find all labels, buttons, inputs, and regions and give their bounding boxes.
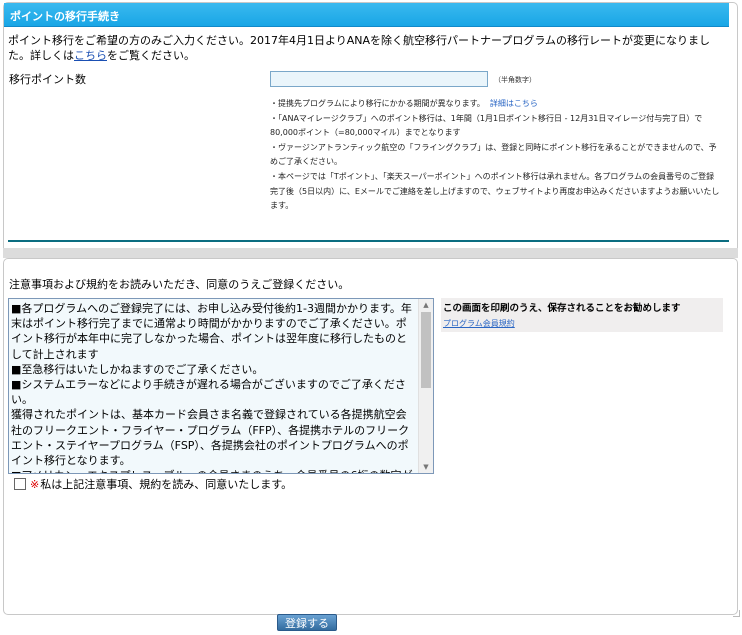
section-divider: [8, 240, 729, 242]
note-line-1-text: ・提携先プログラムにより移行にかかる期間が異なります。: [270, 99, 485, 108]
points-hint: （半角数字）: [494, 76, 536, 84]
intro-text-after: をご覧ください。: [107, 49, 195, 62]
required-mark: ※: [30, 477, 40, 491]
note-line-4: ・本ページでは「Tポイント」、「楽天スーパーポイント」へのポイント移行は承れませ…: [270, 171, 720, 211]
terms-text: ■各プログラムへのご登録完了には、お申し込み受付後約1-3週間かかります。年末は…: [11, 302, 413, 473]
consent-intro: 注意事項および規約をお読みいただき、同意のうえご登録ください。: [9, 278, 350, 291]
program-rules-link[interactable]: プログラム会員規約: [443, 318, 515, 329]
scroll-down-arrow-icon[interactable]: ▼: [419, 461, 433, 473]
section-title-bar: ポイントの移行手続き: [4, 3, 729, 27]
register-button[interactable]: 登録する: [277, 614, 337, 631]
note-line-3: ・ヴァージンアトランティック航空の「フライングクラブ」は、登録と同時にポイント移…: [270, 142, 717, 167]
note-line-2: ・「ANAマイレージクラブ」へのポイント移行は、1年間（1月1日ポイント移行日 …: [270, 113, 703, 138]
agree-row: ※ 私は上記注意事項、規約を読み、同意いたします。: [14, 476, 292, 492]
points-input[interactable]: [270, 71, 488, 87]
note-line-1: ・提携先プログラムにより移行にかかる期間が異なります。 詳細はこちら: [270, 97, 720, 112]
agree-checkbox[interactable]: [14, 478, 26, 490]
details-link-2[interactable]: 詳細はこちら: [490, 99, 538, 108]
scroll-thumb[interactable]: [421, 312, 431, 388]
intro-text: ポイント移行をご希望の方のみご入力ください。2017年4月1日よりANAを除く航…: [8, 33, 726, 63]
terms-box[interactable]: ■各プログラムへのご登録完了には、お申し込み受付後約1-3週間かかります。年末は…: [8, 298, 434, 474]
points-label: 移行ポイント数: [9, 73, 86, 86]
panel-corner: [733, 610, 740, 617]
agree-label[interactable]: 私は上記注意事項、規約を読み、同意いたします。: [40, 476, 292, 492]
scroll-up-arrow-icon[interactable]: ▲: [419, 299, 433, 311]
terms-scrollbar[interactable]: ▲ ▼: [418, 299, 433, 473]
print-note: この画面を印刷のうえ、保存されることをお勧めします: [443, 303, 681, 314]
section-title: ポイントの移行手続き: [10, 10, 120, 23]
panel-gap: [3, 248, 738, 258]
notes-block: ・提携先プログラムにより移行にかかる期間が異なります。 詳細はこちら ・「ANA…: [270, 97, 720, 214]
print-note-box: この画面を印刷のうえ、保存されることをお勧めします プログラム会員規約: [441, 298, 723, 332]
details-link[interactable]: こちら: [74, 49, 107, 62]
